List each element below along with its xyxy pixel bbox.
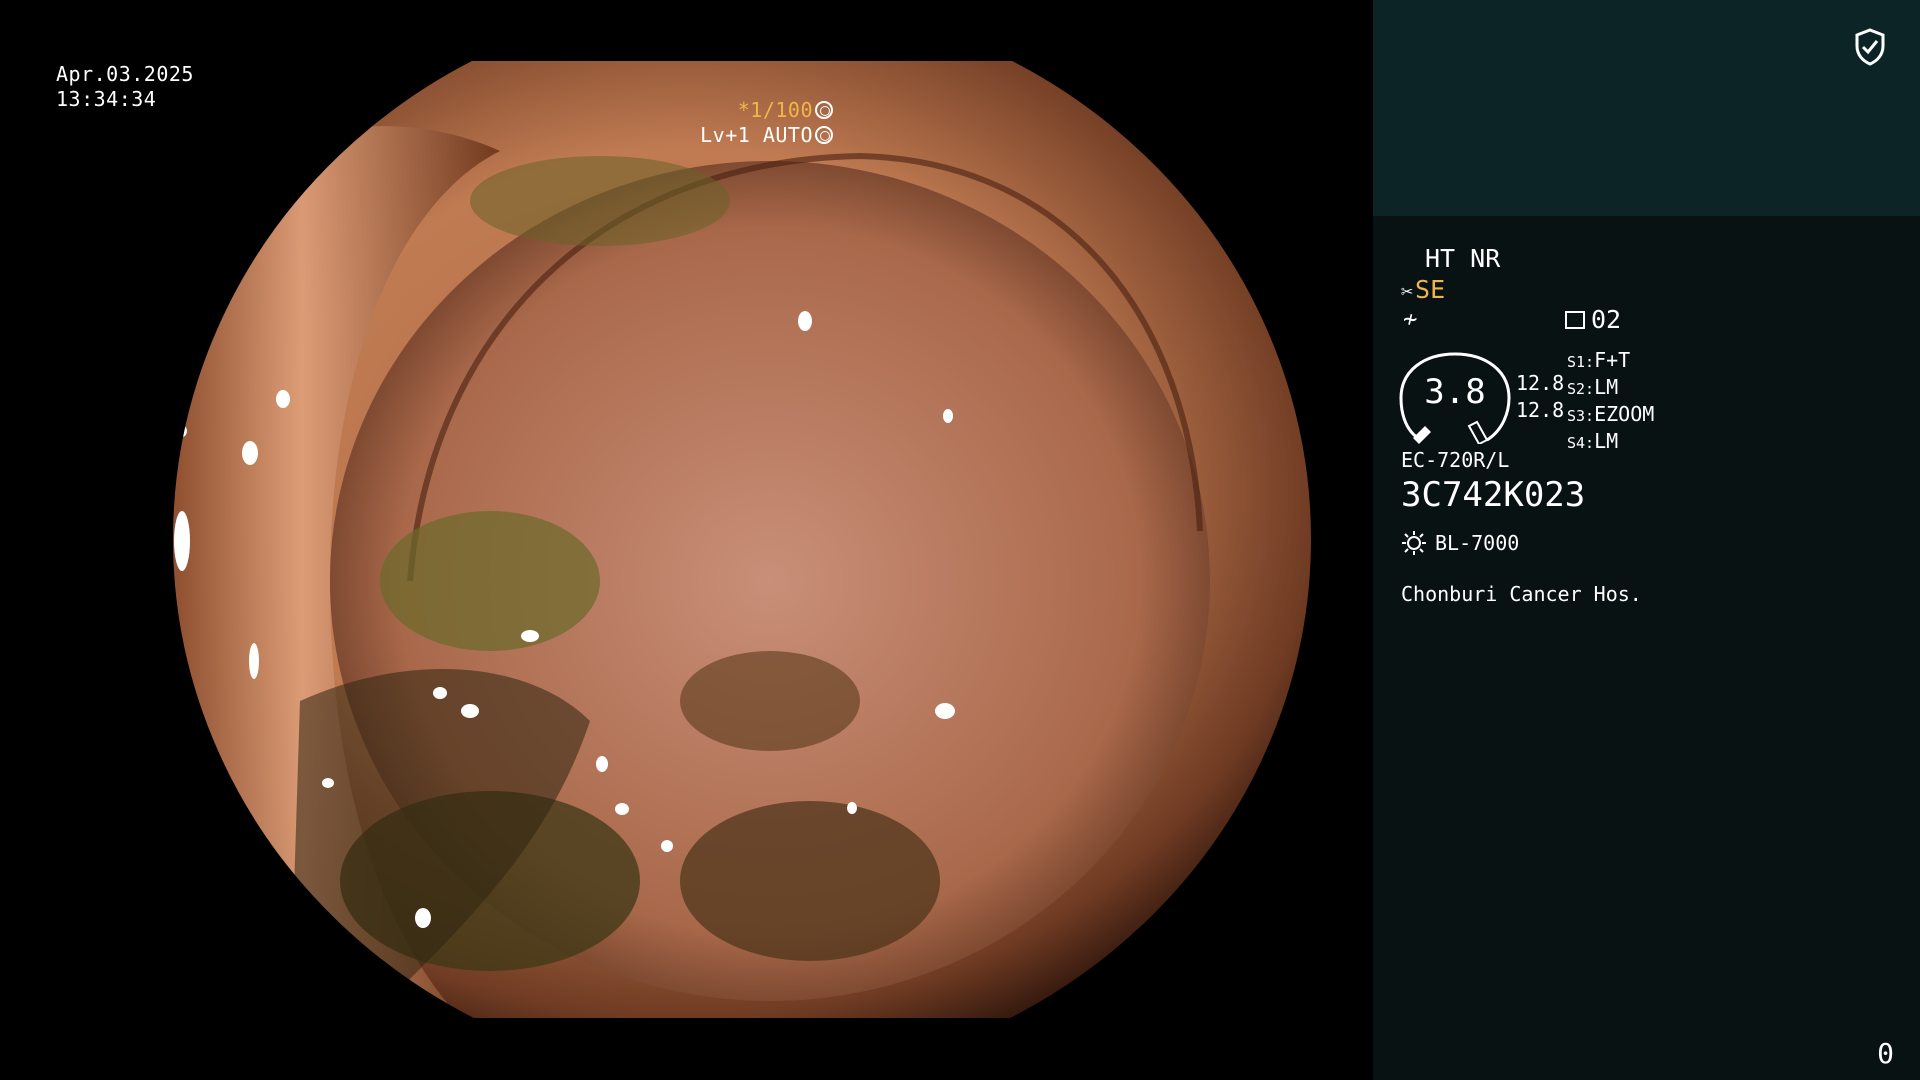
frame-counter: 0 — [1877, 1037, 1894, 1070]
slot-row: S1:F+T — [1567, 348, 1631, 372]
osd-datetime: Apr.03.2025 13:34:34 — [56, 62, 194, 112]
light-source-label: BL-7000 — [1435, 531, 1520, 555]
exposure-level: Lv+1 AUTO — [700, 123, 813, 147]
aperture-icon — [815, 101, 833, 119]
light-source: BL-7000 — [1401, 530, 1519, 556]
scope-serial: 3C742K023 — [1401, 475, 1586, 515]
hospital-name: Chonburi Cancer Hos. — [1401, 582, 1642, 606]
osd-shutter-line: *1/100 — [700, 98, 833, 123]
osd-date: Apr.03.2025 — [56, 62, 194, 86]
se-label: SE — [1415, 275, 1446, 304]
scissors-icon: ✂ — [1401, 279, 1414, 303]
zoom-value-1: 12.8 — [1516, 371, 1565, 395]
auto-mode-icon — [815, 126, 833, 144]
zoom-values: 12.8 12.8 — [1516, 370, 1564, 424]
page-indicator: 02 — [1565, 305, 1621, 334]
slot-row: S4:LM — [1567, 429, 1619, 453]
switch-assignments: S1:F+T S2:LM S3:EZOOM S4:LM — [1567, 348, 1654, 456]
zoom-value-2: 12.8 — [1516, 398, 1565, 422]
endoscope-view: Apr.03.2025 13:34:34 *1/100 Lv+1 AUTO — [0, 0, 1373, 1080]
shield-check-icon — [1855, 28, 1885, 66]
zoom-value: 3.8 — [1424, 372, 1486, 412]
shutter-speed: *1/100 — [737, 98, 813, 122]
page-number: 02 — [1591, 305, 1622, 334]
info-panel: HT NR ✂SE ≁ 02 3.8 12.8 12.8 S1:F+T S2:L… — [1373, 0, 1920, 1080]
slot-row: S3:EZOOM — [1567, 402, 1655, 426]
sun-icon — [1402, 531, 1426, 555]
slot-row: S2:LM — [1567, 375, 1619, 399]
endoscope-image — [170, 61, 1315, 1018]
osd-exposure: *1/100 Lv+1 AUTO — [700, 98, 833, 148]
image-mode: HT NR — [1425, 244, 1501, 273]
page-icon — [1565, 311, 1585, 329]
colon-lumen-image — [170, 61, 1315, 1018]
osd-level-line: Lv+1 AUTO — [700, 123, 833, 148]
osd-time: 13:34:34 — [56, 87, 157, 111]
structure-enhancement: ✂SE — [1401, 275, 1445, 304]
panel-header — [1373, 0, 1920, 216]
scope-model: EC-720R/L — [1401, 448, 1510, 472]
curve-icon: ≁ — [1403, 305, 1418, 333]
